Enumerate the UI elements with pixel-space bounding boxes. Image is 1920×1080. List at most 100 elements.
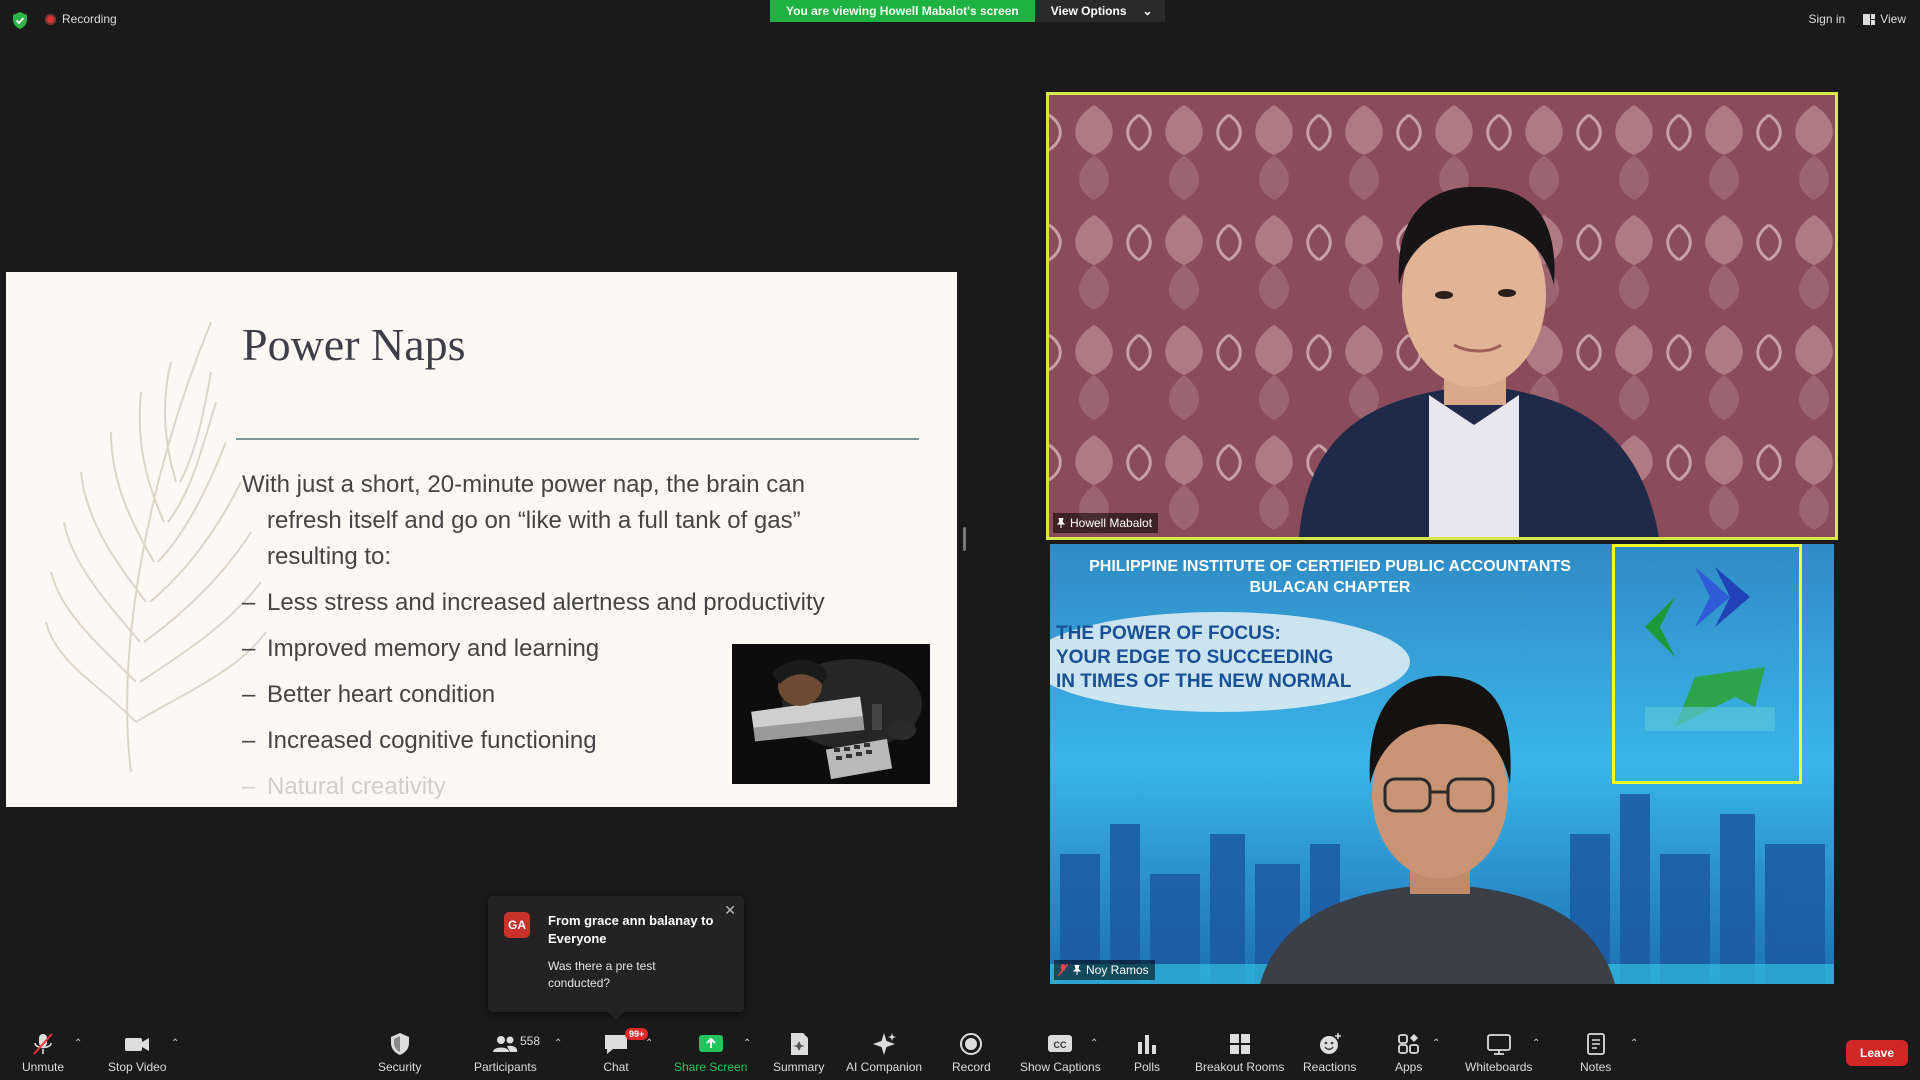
pin-icon (1057, 518, 1065, 528)
participant-count: 558 (520, 1034, 541, 1048)
sign-in-button[interactable]: Sign in (1809, 12, 1846, 26)
slide-title: Power Naps (242, 319, 466, 370)
microphone-muted-icon (33, 1033, 53, 1055)
view-options-label: View Options (1050, 4, 1127, 18)
polls-button[interactable]: Polls (1134, 1032, 1160, 1074)
grid-rooms-icon (1229, 1034, 1250, 1054)
svg-text:CC: CC (1054, 1040, 1067, 1050)
org-name: PHILIPPINE INSTITUTE OF CERTIFIED PUBLIC… (1089, 558, 1571, 575)
participants-button[interactable]: Participants 558 (474, 1032, 541, 1074)
closed-captions-icon: CC (1048, 1035, 1073, 1052)
apps-button[interactable]: Apps (1395, 1032, 1422, 1074)
reactions-button[interactable]: Reactions (1303, 1032, 1356, 1074)
security-label: Security (378, 1060, 422, 1074)
whiteboards-label: Whiteboards (1465, 1060, 1533, 1074)
notes-label: Notes (1580, 1060, 1612, 1074)
more-chevron-icon[interactable]: ⌃ (1630, 1038, 1638, 1049)
ai-companion-button[interactable]: AI Companion (846, 1032, 922, 1074)
shield-icon (390, 1033, 409, 1055)
unmute-button[interactable]: Unmute (22, 1032, 64, 1074)
shared-screen-slide[interactable]: Power Naps With just a short, 20-minute … (6, 272, 957, 807)
view-button[interactable]: View (1863, 12, 1906, 26)
participants-chevron-icon[interactable]: ⌃ (554, 1038, 562, 1049)
chat-sender-line: From grace ann balanay to Everyone (548, 913, 714, 946)
chat-chevron-icon[interactable]: ⌃ (645, 1038, 653, 1049)
apps-icon (1397, 1034, 1419, 1054)
reactions-label: Reactions (1303, 1060, 1357, 1074)
slide-divider (236, 438, 919, 440)
video-tile-active-speaker[interactable]: Howell Mabalot (1046, 92, 1838, 540)
bar-chart-icon (1138, 1035, 1156, 1054)
whiteboard-icon (1486, 1034, 1511, 1055)
recording-label: Recording (62, 12, 117, 26)
org-banner: PHILIPPINE INSTITUTE OF CERTIFIED PUBLIC… (1050, 556, 1610, 598)
share-options-chevron-icon[interactable]: ⌃ (743, 1038, 751, 1049)
pin-icon (1073, 965, 1081, 975)
summary-label: Summary (773, 1060, 825, 1074)
captions-chevron-icon[interactable]: ⌃ (1090, 1038, 1098, 1049)
meeting-top-bar: Recording You are viewing Howell Mabalot… (0, 0, 1920, 40)
event-logo-frame (1612, 544, 1802, 784)
view-label: View (1880, 12, 1906, 26)
record-button[interactable]: Record (952, 1032, 991, 1074)
whiteboards-button[interactable]: Whiteboards (1465, 1032, 1532, 1074)
participant-name-tag: Noy Ramos (1054, 960, 1155, 980)
record-icon (960, 1033, 983, 1055)
chat-notification-popup[interactable]: GA From grace ann balanay to Everyone Wa… (488, 896, 744, 1020)
view-options-button[interactable]: View Options ⌄ (1034, 0, 1165, 22)
chevron-logo-icon (1645, 567, 1775, 731)
encryption-shield-icon[interactable] (12, 12, 28, 29)
recording-dot-icon (45, 13, 56, 25)
notes-icon (1586, 1033, 1605, 1055)
share-screen-button[interactable]: Share Screen (674, 1032, 747, 1074)
show-captions-label: Show Captions (1020, 1060, 1101, 1074)
speaker-name: Howell Mabalot (1070, 516, 1153, 530)
slide-intro: With just a short, 20-minute power nap, … (242, 471, 805, 570)
sparkle-icon (873, 1033, 897, 1055)
audio-options-chevron-icon[interactable]: ⌃ (74, 1038, 82, 1049)
security-button[interactable]: Security (378, 1032, 421, 1074)
participants-icon (493, 1036, 518, 1052)
chat-label: Chat (603, 1060, 629, 1074)
share-screen-label: Share Screen (674, 1060, 748, 1074)
breakout-rooms-button[interactable]: Breakout Rooms (1195, 1032, 1284, 1074)
sleeping-worker-image (732, 644, 930, 784)
recording-indicator[interactable]: Recording (45, 12, 117, 26)
org-chapter: BULACAN CHAPTER (1249, 579, 1411, 596)
slide-bullet: Less stress and increased alertness and … (242, 585, 882, 621)
participants-label: Participants (474, 1060, 537, 1074)
close-icon[interactable]: ✕ (724, 902, 736, 919)
summary-doc-icon (790, 1033, 808, 1055)
chat-message-text: Was there a pre test conducted? (548, 959, 656, 990)
unmute-label: Unmute (22, 1060, 65, 1074)
summary-button[interactable]: Summary (773, 1032, 824, 1074)
show-captions-button[interactable]: CC Show Captions (1020, 1032, 1101, 1074)
meeting-controls-toolbar: Unmute ⌃ Stop Video ⌃ Security Participa… (0, 1024, 1920, 1080)
video-tile-participant[interactable]: PHILIPPINE INSTITUTE OF CERTIFIED PUBLIC… (1050, 544, 1834, 984)
record-label: Record (952, 1060, 991, 1074)
smiley-plus-icon (1319, 1033, 1341, 1054)
chevron-down-icon: ⌄ (1142, 4, 1153, 18)
muted-mic-icon (1058, 964, 1068, 976)
participant-name: Noy Ramos (1086, 963, 1149, 977)
apps-label: Apps (1395, 1060, 1423, 1074)
whiteboards-chevron-icon[interactable]: ⌃ (1532, 1038, 1540, 1049)
event-title: THE POWER OF FOCUS: YOUR EDGE TO SUCCEED… (1056, 623, 1352, 692)
chat-button[interactable]: Chat 99+ (603, 1028, 649, 1074)
viewing-screen-label: You are viewing Howell Mabalot's screen (770, 0, 1035, 22)
ai-companion-label: AI Companion (846, 1060, 923, 1074)
speaker-video-feed (1049, 95, 1835, 537)
speaker-name-tag: Howell Mabalot (1053, 513, 1159, 533)
stop-video-label: Stop Video (108, 1060, 167, 1074)
notes-button[interactable]: Notes (1580, 1032, 1611, 1074)
video-options-chevron-icon[interactable]: ⌃ (171, 1038, 179, 1049)
leave-button[interactable]: Leave (1846, 1040, 1908, 1066)
split-view-resize-handle[interactable] (963, 527, 966, 551)
viewing-banner: You are viewing Howell Mabalot's screen … (770, 0, 1165, 22)
apps-chevron-icon[interactable]: ⌃ (1432, 1038, 1440, 1049)
breakout-rooms-label: Breakout Rooms (1195, 1060, 1285, 1074)
polls-label: Polls (1134, 1060, 1161, 1074)
layout-view-icon (1863, 13, 1876, 25)
stop-video-button[interactable]: Stop Video (108, 1032, 167, 1074)
share-screen-icon (698, 1035, 723, 1052)
